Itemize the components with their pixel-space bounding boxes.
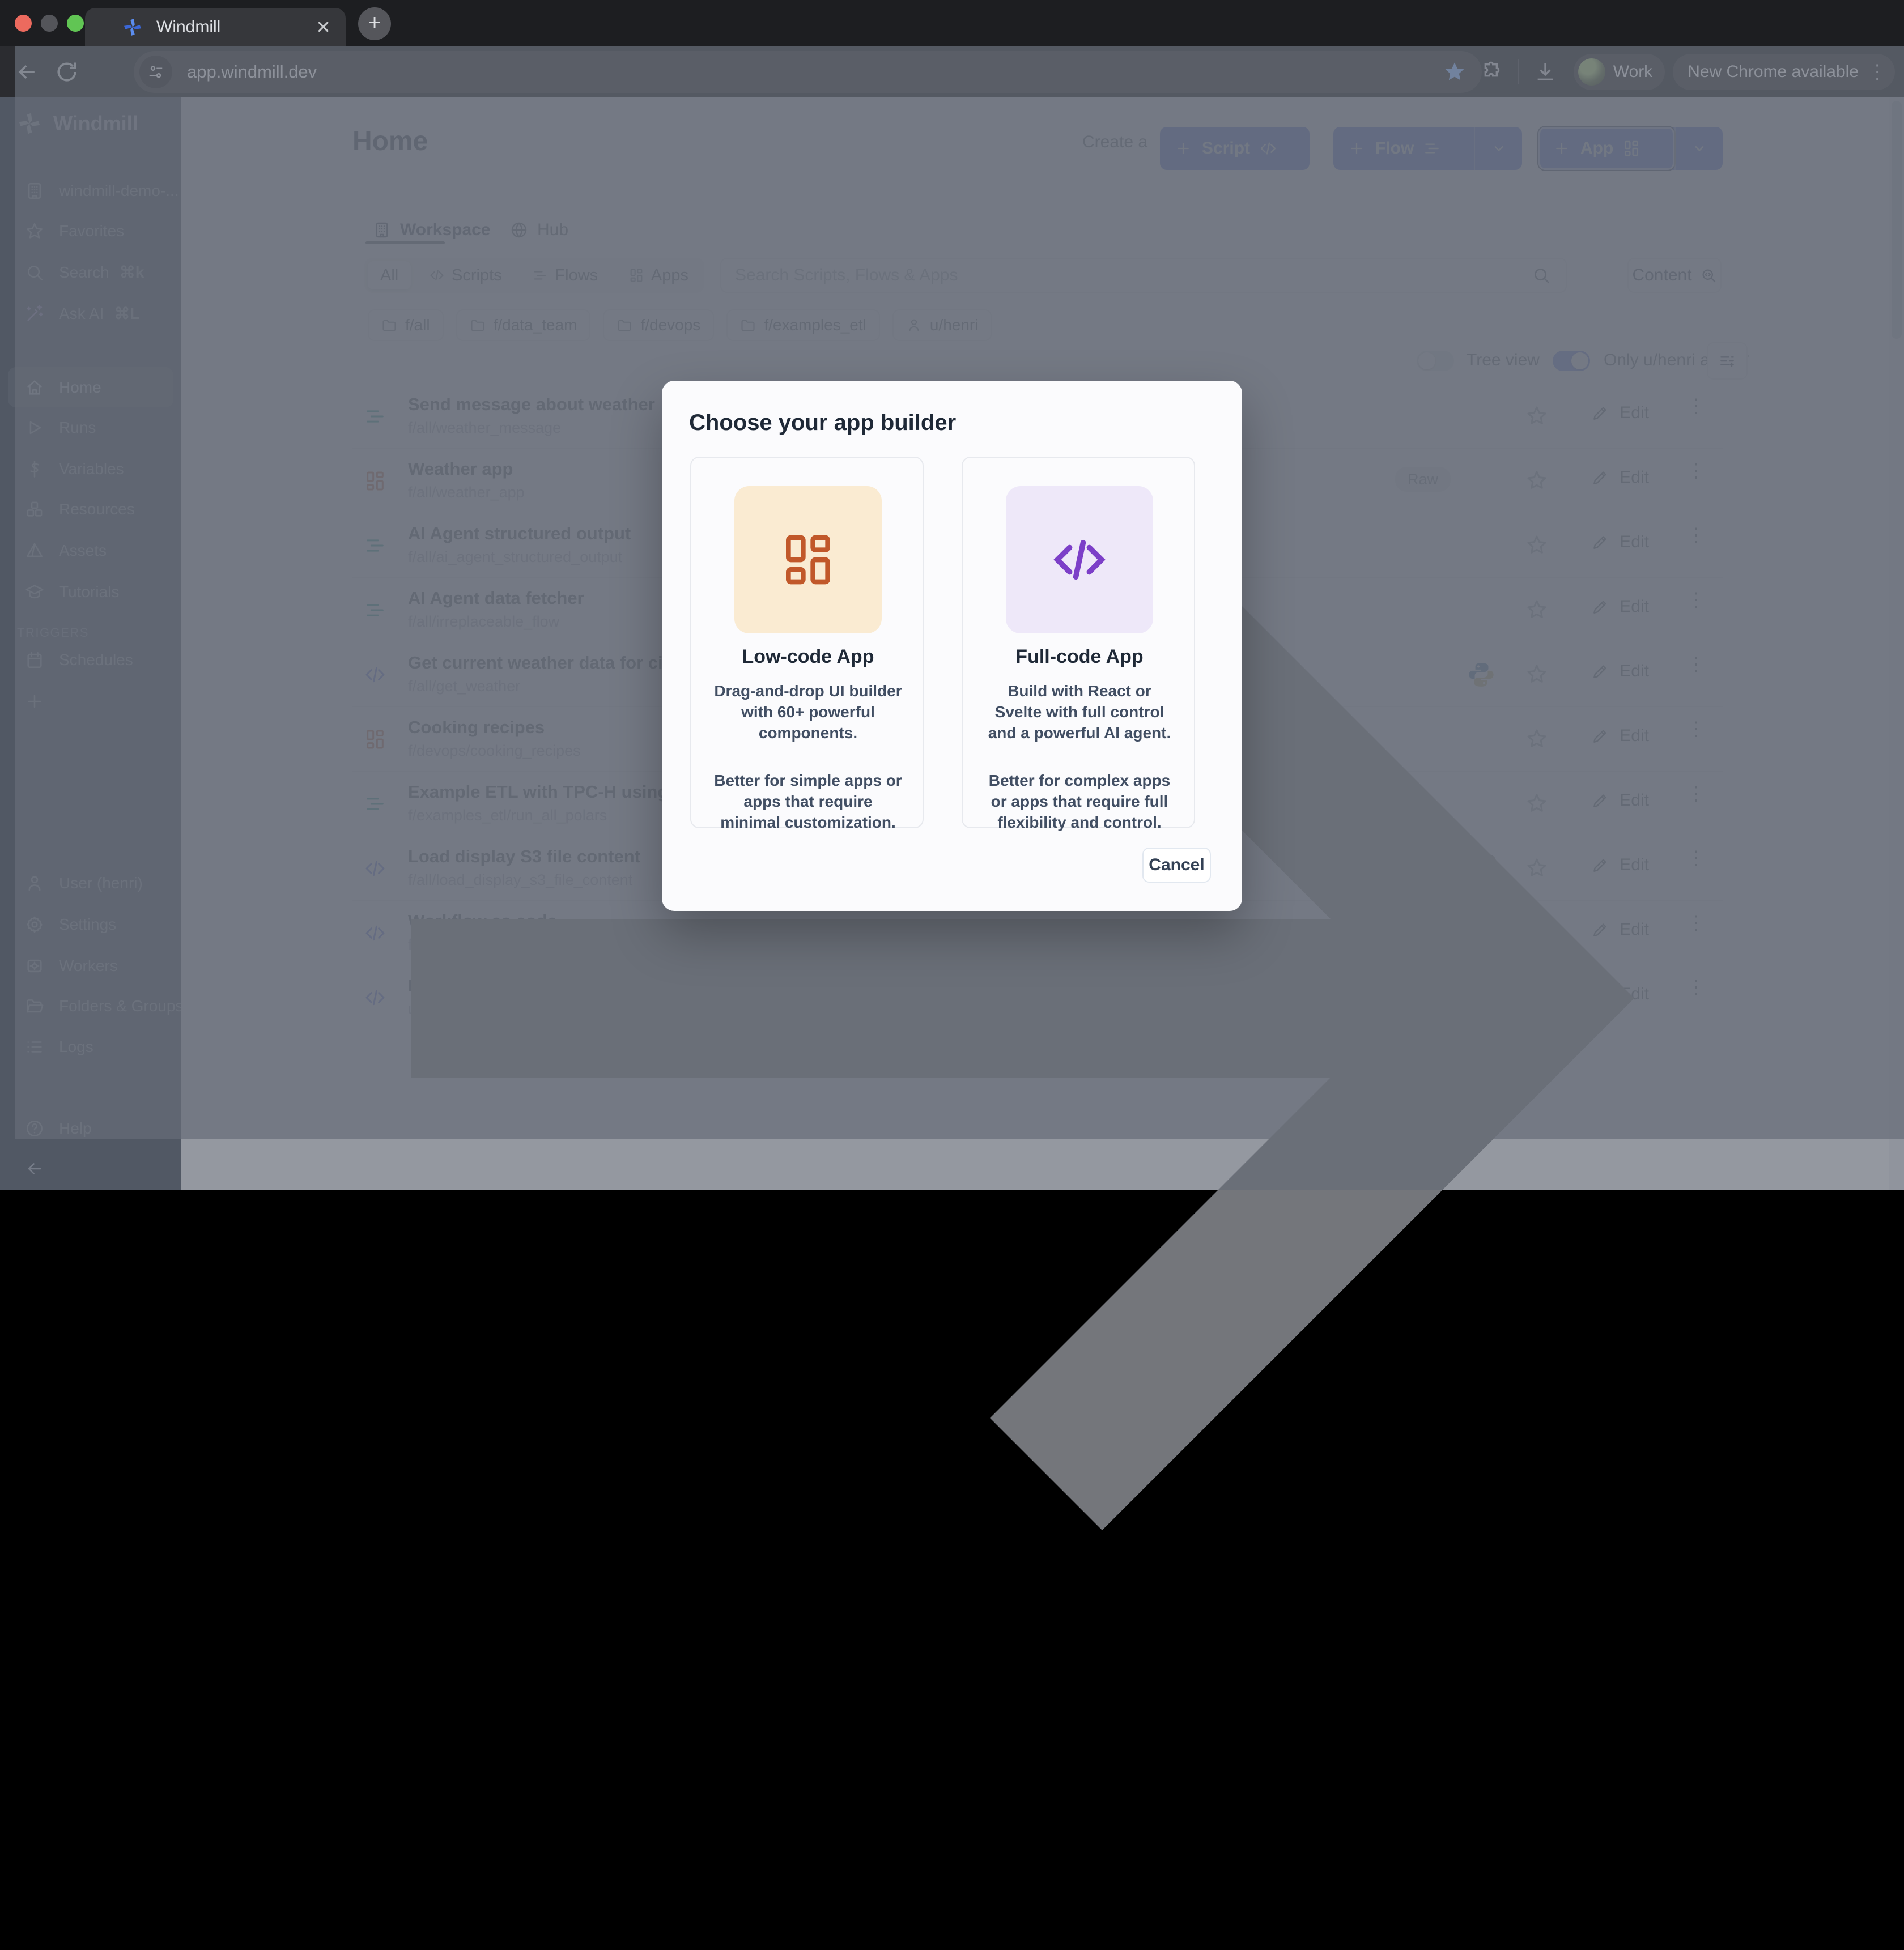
page-viewport: Windmill windmill-demo-... Favorites Sea… <box>0 97 1904 1190</box>
browser-tab[interactable]: Windmill ✕ <box>85 8 346 46</box>
full-code-desc-1: Build with React or Svelte with full con… <box>984 681 1175 744</box>
dashboard-grid-icon <box>779 530 838 589</box>
full-code-app-card[interactable]: Full-code App Build with React or Svelte… <box>962 457 1195 828</box>
browser-tabstrip: Windmill ✕ + <box>0 0 1904 46</box>
app-builder-modal: Choose your app builder Low-code App Dra… <box>662 381 1242 911</box>
full-code-tile <box>1006 486 1153 633</box>
browser-toolbar: app.windmill.dev Work New Chrome availab… <box>0 46 1904 97</box>
windmill-favicon-icon <box>122 17 143 37</box>
modal-title: Choose your app builder <box>689 410 956 436</box>
low-code-desc-2: Better for simple apps or apps that requ… <box>713 770 903 833</box>
tab-title: Windmill <box>156 18 316 37</box>
code-icon <box>1050 530 1109 589</box>
window-close-button[interactable] <box>15 15 32 32</box>
cancel-button[interactable]: Cancel <box>1142 848 1211 883</box>
tab-close-icon[interactable]: ✕ <box>316 16 331 38</box>
full-code-title: Full-code App <box>963 646 1196 668</box>
new-tab-button[interactable]: + <box>358 7 391 40</box>
low-code-title: Low-code App <box>691 646 925 668</box>
low-code-desc-1: Drag-and-drop UI builder with 60+ powerf… <box>713 681 903 744</box>
window-zoom-button[interactable] <box>67 15 84 32</box>
window-minimize-button[interactable] <box>41 15 58 32</box>
low-code-tile <box>734 486 882 633</box>
full-code-desc-2: Better for complex apps or apps that req… <box>984 770 1175 833</box>
low-code-app-card[interactable]: Low-code App Drag-and-drop UI builder wi… <box>690 457 924 828</box>
